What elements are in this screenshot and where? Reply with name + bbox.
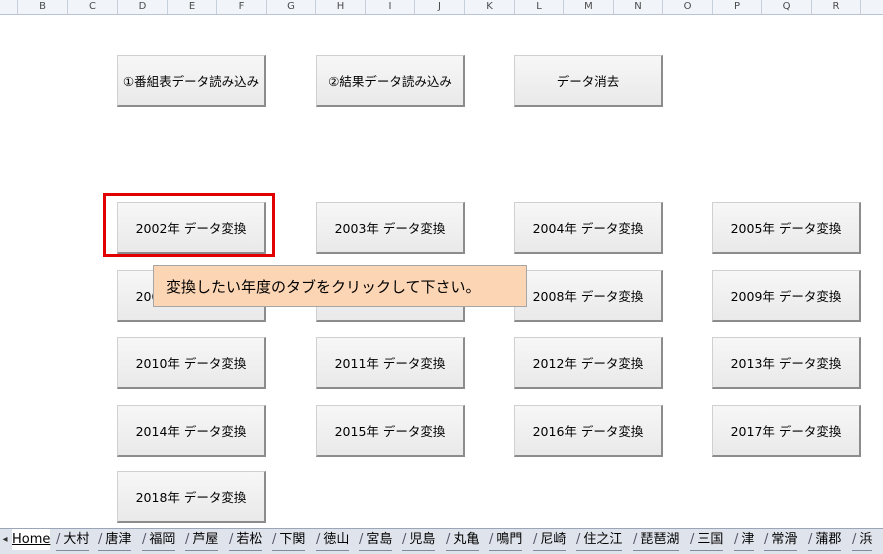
column-header-H[interactable]: H (316, 0, 366, 14)
sheet-tab-label: 蒲郡 (815, 532, 842, 547)
sheet-tab-home[interactable]: Home (12, 529, 51, 550)
convert-2005-button[interactable]: 2005年 データ変換 (712, 202, 861, 254)
convert-2014-button[interactable]: 2014年 データ変換 (117, 405, 266, 457)
column-header-L[interactable]: L (515, 0, 564, 14)
sheet-tab-label: 大村 (63, 532, 90, 547)
sheet-tab-label: 福岡 (149, 532, 176, 547)
column-header-N[interactable]: N (614, 0, 663, 14)
sheet-tab-tokoname[interactable]: / 常滑 (764, 529, 798, 551)
instruction-tooltip: 変換したい年度のタブをクリックして下さい。 (153, 265, 527, 307)
column-header-A[interactable] (0, 0, 18, 14)
sheet-tab-label: 丸亀 (453, 532, 480, 547)
sheet-tab-label: 徳山 (323, 532, 350, 547)
sheet-tab-kojima[interactable]: / 児島 (402, 529, 436, 551)
sheet-tab-label: 津 (741, 532, 755, 547)
sheet-tab-fukuoka[interactable]: / 福岡 (142, 529, 176, 551)
sheet-tab-tokuyama[interactable]: / 徳山 (316, 529, 350, 551)
convert-2017-button[interactable]: 2017年 データ変換 (712, 405, 861, 457)
convert-2008-button[interactable]: 2008年 データ変換 (514, 270, 663, 322)
sheet-tab-naruto[interactable]: / 鳴門 (489, 529, 523, 551)
column-header: B C D E F G H I J K L M N O P Q R (0, 0, 883, 15)
sheet-tab-label: 琵琶湖 (640, 532, 680, 547)
column-header-P[interactable]: P (713, 0, 762, 14)
sheet-tab-gamagori[interactable]: / 蒲郡 (808, 529, 842, 551)
sheet-tab-amagasaki[interactable]: / 尼崎 (533, 529, 567, 551)
sheet-tab-wakamatsu[interactable]: / 若松 (229, 529, 263, 551)
sheet-tab-label: 尼崎 (540, 532, 567, 547)
convert-2011-button[interactable]: 2011年 データ変換 (316, 337, 465, 389)
sheet-tab-label: 芦屋 (192, 532, 219, 547)
sheet-tab-label: 唐津 (105, 532, 132, 547)
sheet-tab-suminoe[interactable]: / 住之江 (576, 529, 623, 551)
convert-2010-button[interactable]: 2010年 データ変換 (117, 337, 266, 389)
column-header-M[interactable]: M (564, 0, 614, 14)
column-header-O[interactable]: O (663, 0, 713, 14)
sheet-tab-label: 浜 (859, 532, 873, 547)
convert-2003-button[interactable]: 2003年 データ変換 (316, 202, 465, 254)
column-header-S[interactable] (861, 0, 883, 14)
convert-2012-button[interactable]: 2012年 データ変換 (514, 337, 663, 389)
column-header-K[interactable]: K (465, 0, 515, 14)
sheet-tab-hamanako[interactable]: / 浜 (852, 529, 873, 551)
sheet-tab-label: 鳴門 (496, 532, 523, 547)
column-header-G[interactable]: G (267, 0, 316, 14)
column-header-F[interactable]: F (217, 0, 267, 14)
load-result-data-button[interactable]: ②結果データ読み込み (316, 55, 465, 107)
sheet-tab-tsu[interactable]: / 津 (734, 529, 755, 551)
column-header-R[interactable]: R (812, 0, 861, 14)
convert-2016-button[interactable]: 2016年 データ変換 (514, 405, 663, 457)
sheet-tab-ashiya[interactable]: / 芦屋 (185, 529, 219, 551)
convert-2013-button[interactable]: 2013年 データ変換 (712, 337, 861, 389)
column-header-J[interactable]: J (415, 0, 465, 14)
sheet-tab-label: 若松 (236, 532, 263, 547)
sheet-tab-bar: ◂ Home / 大村 / 唐津 / 福岡 / 芦屋 / 若松 / 下関 / 徳山 / 宮島 /… (0, 528, 883, 554)
sheet-tab-omura[interactable]: / 大村 (56, 529, 90, 551)
column-header-C[interactable]: C (68, 0, 118, 14)
column-header-E[interactable]: E (168, 0, 217, 14)
column-header-Q[interactable]: Q (762, 0, 812, 14)
sheet-tab-biwako[interactable]: / 琵琶湖 (633, 529, 680, 551)
load-program-data-button[interactable]: ①番組表データ読み込み (117, 55, 266, 107)
convert-2009-button[interactable]: 2009年 データ変換 (712, 270, 861, 322)
sheet-tab-label: Home (12, 532, 51, 547)
instruction-text: 変換したい年度のタブをクリックして下さい。 (166, 277, 481, 296)
sheet-tab-shimonoseki[interactable]: / 下関 (272, 529, 306, 551)
convert-2015-button[interactable]: 2015年 データ変換 (316, 405, 465, 457)
tab-scroll-icon[interactable]: ◂ (0, 529, 10, 554)
clear-data-button[interactable]: データ消去 (514, 55, 663, 107)
sheet-tab-label: 児島 (409, 532, 436, 547)
sheet-tab-mikuni[interactable]: / 三国 (690, 529, 724, 551)
sheet-tab-karatsu[interactable]: / 唐津 (98, 529, 132, 551)
convert-2018-button[interactable]: 2018年 データ変換 (117, 471, 266, 523)
highlight-frame (103, 193, 275, 257)
column-header-I[interactable]: I (366, 0, 415, 14)
sheet-tab-label: 宮島 (366, 532, 393, 547)
sheet-tab-marugame[interactable]: / 丸亀 (446, 529, 480, 551)
convert-2004-button[interactable]: 2004年 データ変換 (514, 202, 663, 254)
column-header-D[interactable]: D (118, 0, 168, 14)
sheet-tab-label: 下関 (279, 532, 306, 547)
sheet-tab-miyajima[interactable]: / 宮島 (359, 529, 393, 551)
sheet-tab-label: 常滑 (771, 532, 798, 547)
sheet-tab-label: 住之江 (583, 532, 623, 547)
sheet-tab-label: 三国 (697, 532, 724, 547)
column-header-B[interactable]: B (18, 0, 68, 14)
